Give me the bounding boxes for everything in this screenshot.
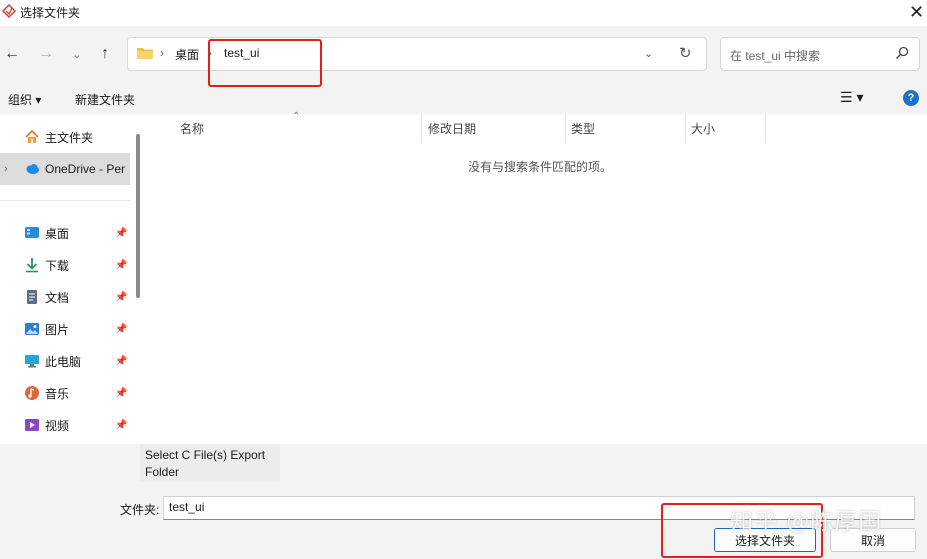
sidebar-item-label: 此电脑 [45,354,82,369]
column-header-modified[interactable]: 修改日期 [422,114,566,142]
music-icon [25,386,39,400]
pin-icon: 📌 [115,419,128,431]
folder-icon [137,48,153,59]
new-folder-button[interactable]: 新建文件夹 [75,91,135,108]
sidebar-item-label: 文档 [45,290,70,305]
search-placeholder: 在 test_ui 中搜索 [730,49,821,63]
sidebar-item-label: 音乐 [45,386,70,401]
sidebar-item-label: 桌面 [45,226,70,241]
column-header-size[interactable]: 大小 [686,114,766,142]
search-icon[interactable] [894,45,910,61]
videos-icon [25,419,39,431]
sidebar-scrollbar[interactable] [136,134,140,298]
sidebar-item-onedrive[interactable]: › OneDrive - Per [0,153,130,185]
address-dropdown-icon[interactable]: ⌄ [644,47,653,60]
sidebar-item-documents[interactable]: 文档 📌 [0,281,130,313]
pin-icon: 📌 [115,355,128,367]
sidebar-item-videos[interactable]: 视频 📌 [0,409,130,441]
sidebar-item-pictures[interactable]: 图片 📌 [0,313,130,345]
title-bar [0,0,927,26]
sidebar-item-label: 下载 [45,258,70,273]
empty-folder-message: 没有与搜索条件匹配的项。 [467,160,612,174]
sort-ascending-icon: ⌃ [292,111,301,122]
back-button[interactable]: ← [1,43,23,65]
download-icon [26,258,38,273]
refresh-button[interactable]: ↻ [679,44,692,62]
home-icon [25,129,39,143]
pictures-icon [25,323,39,335]
breadcrumb-desktop[interactable]: 桌面 [175,46,199,63]
view-options-button[interactable]: ☰ ▾ [840,89,863,106]
sidebar-item-downloads[interactable]: 下载 📌 [0,249,130,281]
documents-icon [27,290,37,304]
breadcrumb-separator[interactable]: › [160,46,164,60]
sidebar-item-desktop[interactable]: 桌面 📌 [0,217,130,249]
sidebar-item-label: 图片 [45,322,70,337]
column-header-name[interactable]: 名称 [146,114,422,142]
divider [0,200,130,201]
window-title: 选择文件夹 [20,6,81,20]
pin-icon: 📌 [115,323,128,335]
cloud-icon [26,164,39,174]
sidebar-item-label: 主文件夹 [45,130,94,145]
sidebar-item-home[interactable]: 主文件夹 [0,121,130,153]
organize-button[interactable]: 组织 ▾ [8,91,41,108]
dialog-hint-text: Select C File(s) Export Folder [140,444,280,482]
pin-icon: 📌 [115,259,128,271]
recent-locations-button[interactable]: ⌄ [66,43,88,65]
watermark-text: 知乎 @陈厚国 [730,509,883,535]
computer-icon [25,355,39,368]
forward-button[interactable]: → [35,43,57,65]
close-button[interactable]: ✕ [906,0,927,24]
annotation-highlight-breadcrumb [208,39,322,87]
sidebar-item-this-pc[interactable]: 此电脑 📌 [0,345,130,377]
help-icon[interactable]: ? [903,90,919,106]
up-button[interactable]: ↑ [94,43,116,65]
pin-icon: 📌 [115,227,128,239]
column-header-type[interactable]: 类型 [566,114,686,142]
toolbar [0,84,927,114]
app-icon [2,4,16,18]
chevron-right-icon[interactable]: › [4,163,8,175]
sidebar-item-label: OneDrive - Per [45,162,126,176]
folder-field-label: 文件夹: [120,503,160,517]
desktop-icon [25,227,39,238]
pin-icon: 📌 [115,291,128,303]
sidebar-item-music[interactable]: 音乐 📌 [0,377,130,409]
sidebar-item-label: 视频 [45,418,70,433]
pin-icon: 📌 [115,387,128,399]
